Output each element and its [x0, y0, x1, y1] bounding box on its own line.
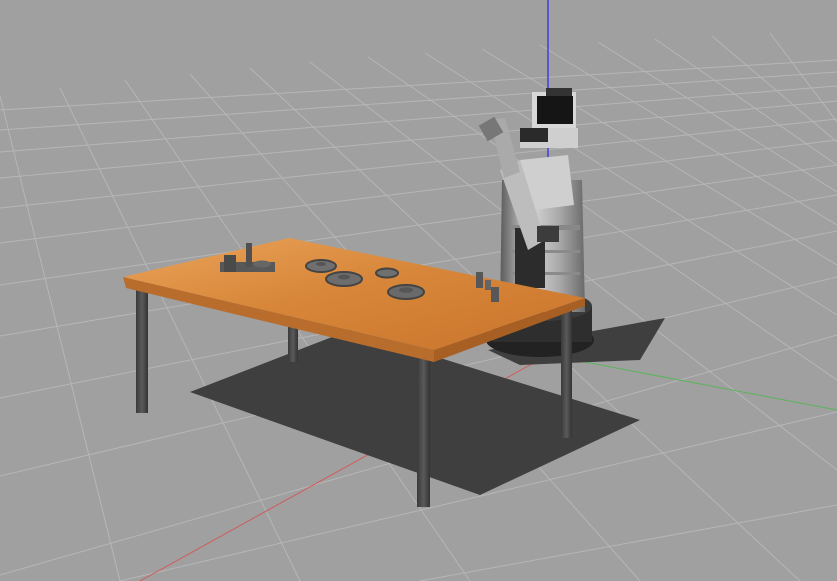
gear[interactable]: [387, 284, 425, 300]
peg[interactable]: [476, 272, 483, 288]
peg[interactable]: [491, 287, 499, 302]
gear[interactable]: [375, 267, 399, 279]
gear[interactable]: [305, 259, 337, 273]
simulation-viewport[interactable]: [0, 0, 837, 581]
peg[interactable]: [485, 280, 491, 290]
gear[interactable]: [325, 271, 363, 287]
